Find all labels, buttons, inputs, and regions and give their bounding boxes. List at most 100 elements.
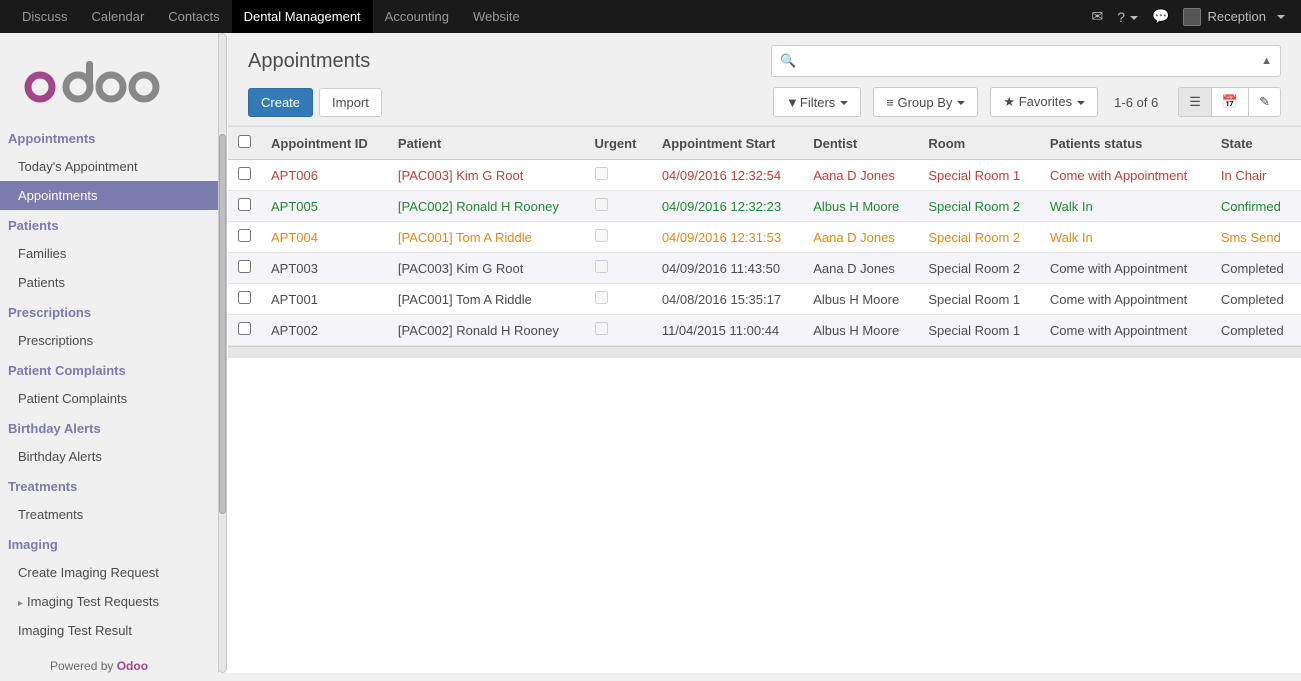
sidebar-header-patient-complaints[interactable]: Patient Complaints: [0, 355, 218, 384]
select-all-checkbox[interactable]: [238, 135, 251, 148]
table-row[interactable]: APT001[PAC001] Tom A Riddle04/08/2016 15…: [228, 284, 1301, 315]
cell: APT001: [261, 284, 388, 315]
sidebar-item-label: Appointments: [18, 188, 98, 203]
sidebar-header-birthday-alerts[interactable]: Birthday Alerts: [0, 413, 218, 442]
cell: APT002: [261, 315, 388, 346]
table-row[interactable]: APT006[PAC003] Kim G Root04/09/2016 12:3…: [228, 160, 1301, 191]
col-patient[interactable]: Patient: [388, 127, 585, 160]
cell: [585, 160, 652, 191]
table-h-scrollbar[interactable]: [228, 346, 1301, 358]
search-input[interactable]: [802, 54, 1261, 69]
topnav-item-website[interactable]: Website: [461, 0, 532, 33]
cell: Completed: [1211, 253, 1301, 284]
user-menu[interactable]: Reception: [1183, 8, 1285, 26]
cell: [PAC002] Ronald H Rooney: [388, 315, 585, 346]
help-icon[interactable]: ?: [1117, 9, 1138, 25]
cell: APT006: [261, 160, 388, 191]
search-box[interactable]: 🔍 ▲: [771, 45, 1281, 77]
sidebar-header-patients[interactable]: Patients: [0, 210, 218, 239]
col-urgent[interactable]: Urgent: [585, 127, 652, 160]
sidebar-item-create-imaging-request[interactable]: Create Imaging Request: [0, 558, 218, 587]
topnav-item-contacts[interactable]: Contacts: [156, 0, 231, 33]
sidebar-item-today-s-appointment[interactable]: Today's Appointment: [0, 152, 218, 181]
topnav-item-discuss[interactable]: Discuss: [10, 0, 80, 33]
sidebar-item-appointments[interactable]: Appointments: [0, 181, 218, 210]
sidebar-scrollbar[interactable]: [218, 33, 227, 673]
cell: Walk In: [1040, 222, 1211, 253]
cell: [PAC001] Tom A Riddle: [388, 222, 585, 253]
cell: [585, 315, 652, 346]
top-menu: DiscussCalendarContactsDental Management…: [10, 0, 532, 33]
cell: Come with Appointment: [1040, 160, 1211, 191]
cell: Albus H Moore: [803, 191, 918, 222]
sidebar-header-imaging[interactable]: Imaging: [0, 529, 218, 558]
row-checkbox[interactable]: [238, 260, 251, 273]
favorites-button[interactable]: ★ Favorites: [990, 87, 1098, 117]
search-expand-icon[interactable]: ▲: [1261, 55, 1272, 67]
col-appointment-start[interactable]: Appointment Start: [652, 127, 803, 160]
row-checkbox[interactable]: [238, 322, 251, 335]
cell: Completed: [1211, 315, 1301, 346]
sidebar-item-families[interactable]: Families: [0, 239, 218, 268]
create-button[interactable]: Create: [248, 88, 313, 117]
sidebar-item-imaging-test-result[interactable]: Imaging Test Result: [0, 616, 218, 645]
star-icon: ★: [1003, 94, 1018, 109]
calendar-view-button[interactable]: 📅: [1211, 88, 1248, 116]
urgent-checkbox: [595, 229, 608, 242]
sidebar-item-prescriptions[interactable]: Prescriptions: [0, 326, 218, 355]
sidebar-item-birthday-alerts[interactable]: Birthday Alerts: [0, 442, 218, 471]
table-row[interactable]: APT005[PAC002] Ronald H Rooney04/09/2016…: [228, 191, 1301, 222]
col-patients-status[interactable]: Patients status: [1040, 127, 1211, 160]
row-checkbox[interactable]: [238, 291, 251, 304]
groupby-button[interactable]: ≡ Group By: [873, 87, 978, 117]
sidebar-item-treatments[interactable]: Treatments: [0, 500, 218, 529]
mail-icon[interactable]: ✉: [1091, 8, 1103, 25]
cell: [PAC003] Kim G Root: [388, 160, 585, 191]
cell: Special Room 2: [918, 222, 1040, 253]
urgent-checkbox: [595, 322, 608, 335]
logo: [0, 33, 218, 123]
sidebar-header-treatments[interactable]: Treatments: [0, 471, 218, 500]
col-state[interactable]: State: [1211, 127, 1301, 160]
form-view-button[interactable]: ✎: [1248, 88, 1280, 116]
topnav-item-calendar[interactable]: Calendar: [80, 0, 157, 33]
list-view-button[interactable]: ☰: [1179, 88, 1211, 116]
cell: 04/09/2016 12:32:23: [652, 191, 803, 222]
chat-icon[interactable]: 💬: [1152, 8, 1169, 25]
topnav-item-dental-management[interactable]: Dental Management: [232, 0, 373, 33]
sidebar-item-label: Birthday Alerts: [18, 449, 102, 464]
top-right-tools: ✉ ? 💬 Reception: [1091, 8, 1291, 26]
table-row[interactable]: APT003[PAC003] Kim G Root04/09/2016 11:4…: [228, 253, 1301, 284]
cell: Special Room 1: [918, 315, 1040, 346]
filters-button[interactable]: ▼ Filters: [773, 87, 861, 117]
cell: [PAC001] Tom A Riddle: [388, 284, 585, 315]
cell: Aana D Jones: [803, 253, 918, 284]
row-checkbox[interactable]: [238, 198, 251, 211]
topnav-item-accounting[interactable]: Accounting: [373, 0, 461, 33]
col-dentist[interactable]: Dentist: [803, 127, 918, 160]
table-row[interactable]: APT004[PAC001] Tom A Riddle04/09/2016 12…: [228, 222, 1301, 253]
sidebar-item-label: Prescriptions: [18, 333, 93, 348]
row-checkbox[interactable]: [238, 229, 251, 242]
sidebar-item-patients[interactable]: Patients: [0, 268, 218, 297]
main: Appointments 🔍 ▲ Create Import ▼ Filters…: [228, 33, 1301, 673]
import-button[interactable]: Import: [319, 88, 382, 117]
sidebar-header-prescriptions[interactable]: Prescriptions: [0, 297, 218, 326]
cell: Special Room 2: [918, 191, 1040, 222]
pager: 1-6 of 6 ☰ 📅 ✎: [1114, 87, 1281, 117]
sidebar: AppointmentsToday's AppointmentAppointme…: [0, 33, 219, 673]
sidebar-header-appointments[interactable]: Appointments: [0, 123, 218, 152]
user-label: Reception: [1207, 9, 1266, 24]
sidebar-item-patient-complaints[interactable]: Patient Complaints: [0, 384, 218, 413]
cell: Come with Appointment: [1040, 284, 1211, 315]
list-icon: ≡: [886, 95, 897, 110]
pager-label: 1-6 of 6: [1114, 95, 1158, 110]
cell: APT005: [261, 191, 388, 222]
urgent-checkbox: [595, 260, 608, 273]
row-checkbox[interactable]: [238, 167, 251, 180]
col-appointment-id[interactable]: Appointment ID: [261, 127, 388, 160]
col-room[interactable]: Room: [918, 127, 1040, 160]
table-row[interactable]: APT002[PAC002] Ronald H Rooney11/04/2015…: [228, 315, 1301, 346]
footer: Powered by Odoo: [0, 645, 218, 681]
sidebar-item-imaging-test-requests[interactable]: ▸Imaging Test Requests: [0, 587, 218, 616]
